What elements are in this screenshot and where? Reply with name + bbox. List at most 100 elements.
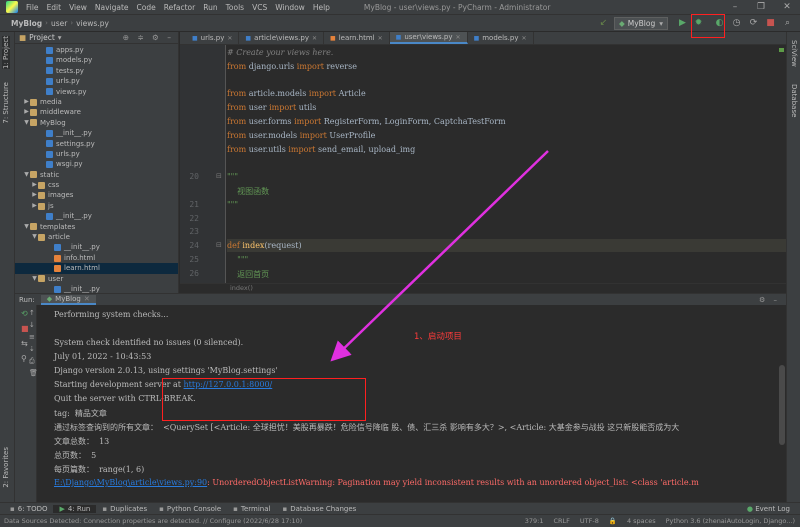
menu-item-view[interactable]: View xyxy=(65,3,91,12)
tree-item[interactable]: ▶ css xyxy=(15,180,178,190)
fold-icon[interactable]: ⊟ xyxy=(216,241,222,249)
close-icon[interactable]: ✕ xyxy=(522,35,527,42)
code-line[interactable]: from user import utils xyxy=(227,103,316,112)
collapsed-arrow-icon[interactable]: ▶ xyxy=(31,190,38,200)
code-line[interactable]: # Create your views here. xyxy=(227,48,333,57)
soft-wrap-icon[interactable]: ≡ xyxy=(29,333,35,341)
expanded-arrow-icon[interactable]: ▼ xyxy=(23,222,30,232)
tree-item[interactable]: ▶ middleware xyxy=(15,107,178,117)
editor-tab[interactable]: ■ urls.py ✕ xyxy=(186,32,240,44)
tool-window-tab[interactable]: ▪ Duplicates xyxy=(96,505,153,513)
tree-item[interactable]: urls.py xyxy=(15,76,178,86)
scroll-to-end-icon[interactable]: ⇣ xyxy=(29,345,35,353)
run-icon[interactable]: ▶ xyxy=(676,17,689,30)
tree-item[interactable]: ▼ MyBlog xyxy=(15,118,178,128)
code-line[interactable]: from user.forms import RegisterForm, Log… xyxy=(227,117,506,126)
tool-window-tab[interactable]: ▶ 4: Run xyxy=(53,504,97,513)
restore-layout-icon[interactable]: ⇆ xyxy=(21,339,28,348)
tool-window-tab[interactable]: ▪ 6: TODO xyxy=(4,505,53,513)
tree-item[interactable]: urls.py xyxy=(15,149,178,159)
expanded-arrow-icon[interactable]: ▼ xyxy=(31,274,38,284)
console-line[interactable]: tag: 精品文章 xyxy=(54,408,107,419)
menu-item-vcs[interactable]: VCS xyxy=(248,3,271,12)
python-interpreter[interactable]: Python 3.6 (zhenaiAutoLogin, Django...) xyxy=(661,517,800,525)
close-icon[interactable]: ✕ xyxy=(312,35,317,42)
collapsed-arrow-icon[interactable]: ▶ xyxy=(31,201,38,211)
console-output[interactable]: Performing system checks... System check … xyxy=(38,305,778,502)
menu-item-window[interactable]: Window xyxy=(271,3,309,12)
breadcrumb-project[interactable]: MyBlog xyxy=(8,19,45,28)
collapsed-arrow-icon[interactable]: ▶ xyxy=(23,107,30,117)
console-line[interactable]: 总页数： 5 xyxy=(54,450,96,461)
code-line[interactable]: def index(request) xyxy=(227,241,302,250)
stop-icon[interactable]: ■ xyxy=(764,17,777,30)
menu-item-help[interactable]: Help xyxy=(309,3,334,12)
close-icon[interactable]: ✕ xyxy=(378,35,383,42)
console-line[interactable]: E:\Django\MyBlog\article\views.py:90: Un… xyxy=(54,478,699,487)
close-icon[interactable]: ✕ xyxy=(84,295,90,303)
tree-item[interactable]: settings.py xyxy=(15,139,178,149)
menu-item-navigate[interactable]: Navigate xyxy=(91,3,133,12)
up-arrow-icon[interactable]: ↑ xyxy=(29,309,35,317)
tree-item[interactable]: ▼ static xyxy=(15,170,178,180)
scrollbar-thumb[interactable] xyxy=(779,365,785,445)
code-line[interactable]: from article.models import Article xyxy=(227,89,366,98)
project-tool-tab[interactable]: 1: Project xyxy=(2,36,10,69)
line-separator[interactable]: CRLF xyxy=(548,517,574,525)
console-line[interactable]: 文章总数： 13 xyxy=(54,436,109,447)
menu-item-code[interactable]: Code xyxy=(133,3,160,12)
editor-tab[interactable]: ■ learn.html ✕ xyxy=(324,32,390,44)
tree-item[interactable]: ▼ templates xyxy=(15,222,178,232)
tool-window-tab[interactable]: ▪ Python Console xyxy=(153,505,227,513)
menu-item-tools[interactable]: Tools xyxy=(222,3,248,12)
search-icon[interactable]: ⌕ xyxy=(781,17,794,30)
console-line[interactable]: July 01, 2022 - 10:43:53 xyxy=(54,352,151,361)
tree-item[interactable]: ▶ media xyxy=(15,97,178,107)
minimize-icon[interactable]: – xyxy=(722,2,748,12)
breadcrumb-file[interactable]: views.py xyxy=(73,19,112,28)
tool-window-tab[interactable]: ▪ Database Changes xyxy=(276,505,362,513)
expanded-arrow-icon[interactable]: ▼ xyxy=(23,170,30,180)
structure-tool-tab[interactable]: 7: Structure xyxy=(2,82,10,124)
tree-item[interactable]: tests.py xyxy=(15,66,178,76)
editor-tab[interactable]: ■ article\views.py ✕ xyxy=(239,32,325,44)
tree-item[interactable]: __init__.py xyxy=(15,128,178,138)
collapsed-arrow-icon[interactable]: ▶ xyxy=(23,97,30,107)
code-line[interactable]: 返回首页 xyxy=(227,269,269,280)
code-line[interactable]: """ xyxy=(227,172,238,181)
favorites-tool-tab[interactable]: 2: Favorites xyxy=(2,447,10,488)
project-panel-title[interactable]: Project xyxy=(29,33,55,42)
breadcrumb-folder[interactable]: user xyxy=(48,19,70,28)
code-line[interactable]: from user.utils import send_email, uploa… xyxy=(227,145,415,154)
profile-icon[interactable]: ◷ xyxy=(730,17,743,30)
concurrency-icon[interactable]: ⟳ xyxy=(747,17,760,30)
close-icon[interactable]: ✕ xyxy=(227,35,232,42)
tree-item[interactable]: views.py xyxy=(15,87,178,97)
editor-breadcrumb[interactable]: index() xyxy=(180,283,786,293)
menu-item-refactor[interactable]: Refactor xyxy=(160,3,199,12)
tree-item[interactable]: __init__.py xyxy=(15,211,178,221)
console-scrollbar[interactable] xyxy=(778,305,786,502)
panel-tools-icon[interactable]: ⚙ – xyxy=(759,296,786,304)
run-configuration-select[interactable]: ◆ MyBlog ▾ xyxy=(613,16,668,30)
sciview-tool-tab[interactable]: SciView xyxy=(790,40,798,67)
tree-item[interactable]: info.html xyxy=(15,253,178,263)
code-line[interactable]: from user.models import UserProfile xyxy=(227,131,375,140)
tree-item[interactable]: ▼ article xyxy=(15,232,178,242)
code-line[interactable]: """ xyxy=(227,255,248,264)
maximize-icon[interactable]: ❐ xyxy=(748,2,774,12)
tool-window-tab[interactable]: ▪ Terminal xyxy=(227,505,276,513)
tree-item[interactable]: wsgi.py xyxy=(15,159,178,169)
down-arrow-icon[interactable]: ↓ xyxy=(29,321,35,329)
tree-item[interactable]: apps.py xyxy=(15,45,178,55)
tree-item[interactable]: models.py xyxy=(15,55,178,65)
event-log-button[interactable]: ● Event Log xyxy=(747,505,800,513)
code-area[interactable]: # Create your views here. from django.url… xyxy=(227,45,786,283)
menu-item-edit[interactable]: Edit xyxy=(43,3,66,12)
console-line[interactable]: 每页篇数： range(1, 6) xyxy=(54,464,144,475)
stop-icon[interactable]: ■ xyxy=(21,324,29,333)
pin-icon[interactable]: ⚲ xyxy=(21,354,27,363)
run-tab-myblog[interactable]: ◆ MyBlog ✕ xyxy=(40,294,96,305)
console-line[interactable]: System check identified no issues (0 sil… xyxy=(54,338,243,347)
panel-tools-icon[interactable]: ⊕ ≑ ⚙ – xyxy=(123,33,178,42)
